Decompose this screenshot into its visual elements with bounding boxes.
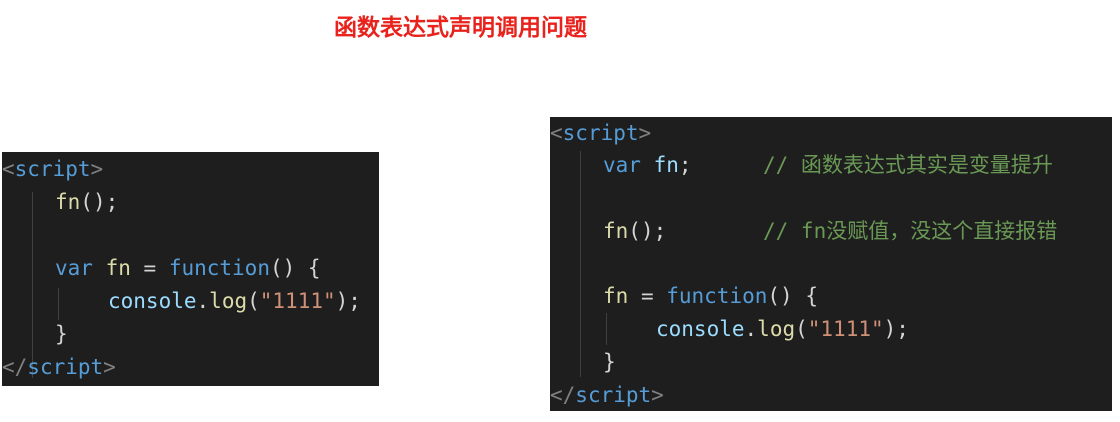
method-log: log: [209, 289, 248, 313]
variable-name: fn: [105, 256, 131, 280]
function-call-name: fn: [603, 219, 629, 243]
code-comment: // 函数表达式其实是变量提升: [763, 153, 1053, 177]
keyword-function: function: [666, 284, 768, 308]
code-line-var-decl: var fn = function() {: [2, 252, 321, 284]
punctuation: () {: [269, 256, 321, 280]
code-comment: // fn没赋值，没这个直接报错: [763, 219, 1058, 243]
tag-bracket: </: [2, 355, 28, 379]
code-line-console-log: console.log("1111");: [2, 285, 361, 317]
punctuation: (: [795, 317, 808, 341]
punctuation: (: [247, 289, 260, 313]
code-line-script-close: </script>: [2, 351, 116, 383]
punctuation: }: [603, 350, 616, 374]
punctuation: }: [55, 322, 68, 346]
punctuation: );: [883, 317, 909, 341]
code-line-close-brace: }: [2, 318, 68, 350]
code-block-left: <script> fn(); var fn = function() { con…: [2, 152, 379, 386]
operator: =: [628, 284, 667, 308]
string-literal: "1111": [259, 289, 336, 313]
punctuation: ;: [678, 153, 692, 177]
keyword-var: var: [55, 256, 93, 280]
punctuation: );: [335, 289, 361, 313]
tag-bracket: >: [103, 355, 116, 379]
punctuation: .: [196, 289, 210, 313]
code-line-var-decl: var fn;: [550, 149, 692, 181]
punctuation: () {: [767, 284, 818, 308]
tag-bracket: >: [651, 383, 664, 407]
code-line-call: fn();: [550, 215, 666, 247]
tag-bracket: </: [550, 383, 576, 407]
punctuation: .: [744, 317, 758, 341]
tag-bracket: <: [550, 121, 563, 145]
tag-name: script: [27, 355, 104, 379]
function-call-name: fn: [55, 190, 81, 214]
page-title: 函数表达式声明调用问题: [334, 15, 587, 41]
string-literal: "1111": [807, 317, 884, 341]
code-line-call: fn();: [2, 186, 118, 218]
code-line-script-close: </script>: [550, 379, 664, 411]
code-line-script-open: <script>: [2, 153, 103, 185]
code-line-script-open: <script>: [550, 117, 651, 149]
identifier-console: console: [656, 317, 745, 341]
code-line-assignment: fn = function() {: [550, 280, 818, 312]
tag-name: script: [562, 121, 639, 145]
tag-bracket: >: [90, 157, 104, 181]
variable-name: fn: [653, 153, 679, 177]
method-log: log: [757, 317, 796, 341]
tag-name: script: [575, 383, 652, 407]
punctuation: ();: [80, 190, 119, 214]
keyword-var: var: [603, 153, 641, 177]
code-line-close-brace: }: [550, 346, 616, 378]
tag-bracket: <: [2, 157, 15, 181]
code-line-console-log: console.log("1111");: [550, 313, 909, 345]
keyword-function: function: [168, 256, 270, 280]
tag-name: script: [14, 157, 91, 181]
identifier-console: console: [108, 289, 197, 313]
tag-bracket: >: [638, 121, 652, 145]
punctuation: ();: [628, 219, 667, 243]
variable-name: fn: [603, 284, 629, 308]
code-block-right: <script> var fn; // 函数表达式其实是变量提升 fn(); /…: [550, 117, 1112, 411]
operator: =: [130, 256, 169, 280]
